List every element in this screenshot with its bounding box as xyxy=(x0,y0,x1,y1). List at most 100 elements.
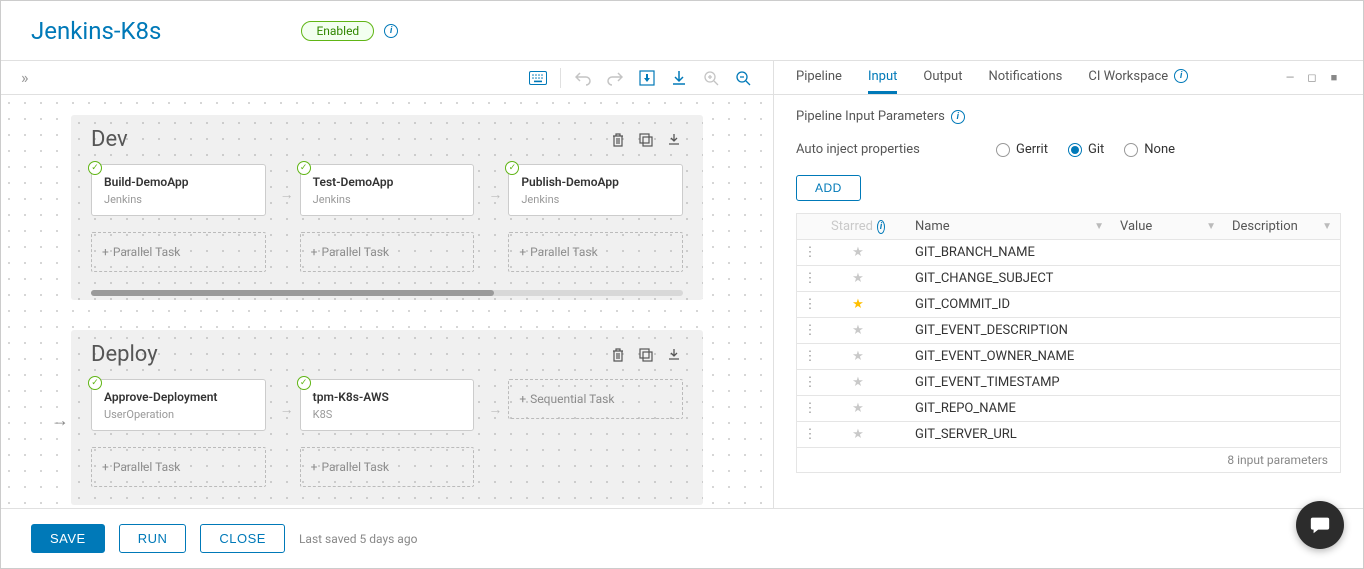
save-button[interactable]: SAVE xyxy=(31,524,105,553)
task-card[interactable]: Test-DemoAppJenkins xyxy=(300,164,475,216)
info-icon[interactable]: i xyxy=(951,110,965,124)
param-value[interactable] xyxy=(1112,266,1224,291)
task-card[interactable]: Approve-DeploymentUserOperation xyxy=(91,379,266,431)
param-description[interactable] xyxy=(1224,266,1340,291)
filter-icon[interactable]: ▼ xyxy=(1094,221,1104,232)
param-name: GIT_EVENT_DESCRIPTION xyxy=(893,318,1112,343)
copy-icon[interactable] xyxy=(637,346,655,364)
param-description[interactable] xyxy=(1224,396,1340,421)
row-menu-icon[interactable]: ⋮ xyxy=(797,396,823,421)
param-name: GIT_CHANGE_SUBJECT xyxy=(893,266,1112,291)
param-description[interactable] xyxy=(1224,344,1340,369)
import-icon[interactable] xyxy=(665,346,683,364)
star-icon[interactable]: ★ xyxy=(823,396,893,421)
check-icon xyxy=(297,376,311,390)
param-description[interactable] xyxy=(1224,240,1340,265)
param-value[interactable] xyxy=(1112,318,1224,343)
section-title: Pipeline Input Parameters xyxy=(796,109,945,124)
param-description[interactable] xyxy=(1224,318,1340,343)
stage-name: Deploy xyxy=(91,342,158,367)
filter-icon[interactable]: ▼ xyxy=(1206,221,1216,232)
task-subtitle: Jenkins xyxy=(313,193,462,206)
radio-gerrit[interactable]: Gerrit xyxy=(996,142,1048,157)
info-icon[interactable]: i xyxy=(1174,69,1188,83)
add-task-placeholder[interactable]: +Parallel Task xyxy=(91,232,266,272)
param-value[interactable] xyxy=(1112,396,1224,421)
add-task-placeholder[interactable]: +Parallel Task xyxy=(91,447,266,487)
param-name: GIT_EVENT_TIMESTAMP xyxy=(893,370,1112,395)
trash-icon[interactable] xyxy=(609,131,627,149)
row-menu-icon[interactable]: ⋮ xyxy=(797,422,823,447)
col-value[interactable]: Value xyxy=(1120,219,1152,234)
page-title: Jenkins-K8s xyxy=(31,17,161,45)
param-description[interactable] xyxy=(1224,292,1340,317)
row-menu-icon[interactable]: ⋮ xyxy=(797,344,823,369)
star-icon[interactable]: ★ xyxy=(823,266,893,291)
task-card[interactable]: tpm-K8s-AWSK8S xyxy=(300,379,475,431)
param-value[interactable] xyxy=(1112,422,1224,447)
param-value[interactable] xyxy=(1112,344,1224,369)
tab-pipeline[interactable]: Pipeline xyxy=(796,61,842,94)
star-icon[interactable]: ★ xyxy=(823,370,893,395)
radio-git[interactable]: Git xyxy=(1068,142,1104,157)
download-icon[interactable] xyxy=(669,68,689,88)
add-task-placeholder[interactable]: +Parallel Task xyxy=(508,232,683,272)
radio-none[interactable]: None xyxy=(1124,142,1175,157)
task-card[interactable]: Publish-DemoAppJenkins xyxy=(508,164,683,216)
star-icon[interactable]: ★ xyxy=(823,318,893,343)
run-button[interactable]: RUN xyxy=(119,524,187,553)
tab-notifications[interactable]: Notifications xyxy=(988,61,1062,94)
stage-arrow-icon: → xyxy=(51,410,69,431)
filter-icon[interactable]: ▼ xyxy=(1322,221,1332,232)
info-icon[interactable]: i xyxy=(384,24,398,38)
star-icon[interactable]: ★ xyxy=(823,422,893,447)
param-value[interactable] xyxy=(1112,292,1224,317)
restore-icon[interactable]: ◻ xyxy=(1305,71,1319,85)
keyboard-icon[interactable] xyxy=(528,68,548,88)
tab-output[interactable]: Output xyxy=(923,61,962,94)
close-button[interactable]: CLOSE xyxy=(200,524,285,553)
row-menu-icon[interactable]: ⋮ xyxy=(797,318,823,343)
tab-input[interactable]: Input xyxy=(868,61,897,94)
check-icon xyxy=(88,376,102,390)
row-menu-icon[interactable]: ⋮ xyxy=(797,266,823,291)
param-name: GIT_SERVER_URL xyxy=(893,422,1112,447)
copy-icon[interactable] xyxy=(637,131,655,149)
task-card[interactable]: Build-DemoAppJenkins xyxy=(91,164,266,216)
param-name: GIT_EVENT_OWNER_NAME xyxy=(893,344,1112,369)
task-subtitle: Jenkins xyxy=(521,193,670,206)
param-value[interactable] xyxy=(1112,370,1224,395)
maximize-icon[interactable]: ■ xyxy=(1327,71,1341,85)
star-icon[interactable]: ★ xyxy=(823,344,893,369)
col-starred: Starred xyxy=(831,219,873,234)
info-icon[interactable]: i xyxy=(877,220,885,234)
fit-icon[interactable] xyxy=(637,68,657,88)
stage-scrollbar[interactable] xyxy=(91,290,683,296)
stage-dev: DevBuild-DemoAppJenkins→+Parallel TaskTe… xyxy=(71,115,703,300)
param-description[interactable] xyxy=(1224,422,1340,447)
star-icon[interactable]: ★ xyxy=(823,292,893,317)
tab-ci-workspace[interactable]: CI Workspacei xyxy=(1088,61,1188,94)
zoom-in-icon xyxy=(701,68,721,88)
expand-icon[interactable]: » xyxy=(21,68,29,87)
add-task-placeholder[interactable]: +Parallel Task xyxy=(300,447,475,487)
add-button[interactable]: ADD xyxy=(796,175,861,201)
star-icon[interactable]: ★ xyxy=(823,240,893,265)
chat-launcher[interactable] xyxy=(1296,501,1344,549)
last-saved: Last saved 5 days ago xyxy=(299,532,417,546)
row-menu-icon[interactable]: ⋮ xyxy=(797,240,823,265)
add-task-placeholder[interactable]: +Sequential Task xyxy=(508,379,683,419)
col-name[interactable]: Name xyxy=(915,219,950,234)
col-description[interactable]: Description xyxy=(1232,219,1298,234)
task-subtitle: Jenkins xyxy=(104,193,253,206)
trash-icon[interactable] xyxy=(609,346,627,364)
import-icon[interactable] xyxy=(665,131,683,149)
minimize-icon[interactable]: — xyxy=(1283,71,1297,85)
zoom-out-icon[interactable] xyxy=(733,68,753,88)
param-value[interactable] xyxy=(1112,240,1224,265)
param-description[interactable] xyxy=(1224,370,1340,395)
row-menu-icon[interactable]: ⋮ xyxy=(797,292,823,317)
add-task-placeholder[interactable]: +Parallel Task xyxy=(300,232,475,272)
row-menu-icon[interactable]: ⋮ xyxy=(797,370,823,395)
task-title: tpm-K8s-AWS xyxy=(313,390,462,404)
